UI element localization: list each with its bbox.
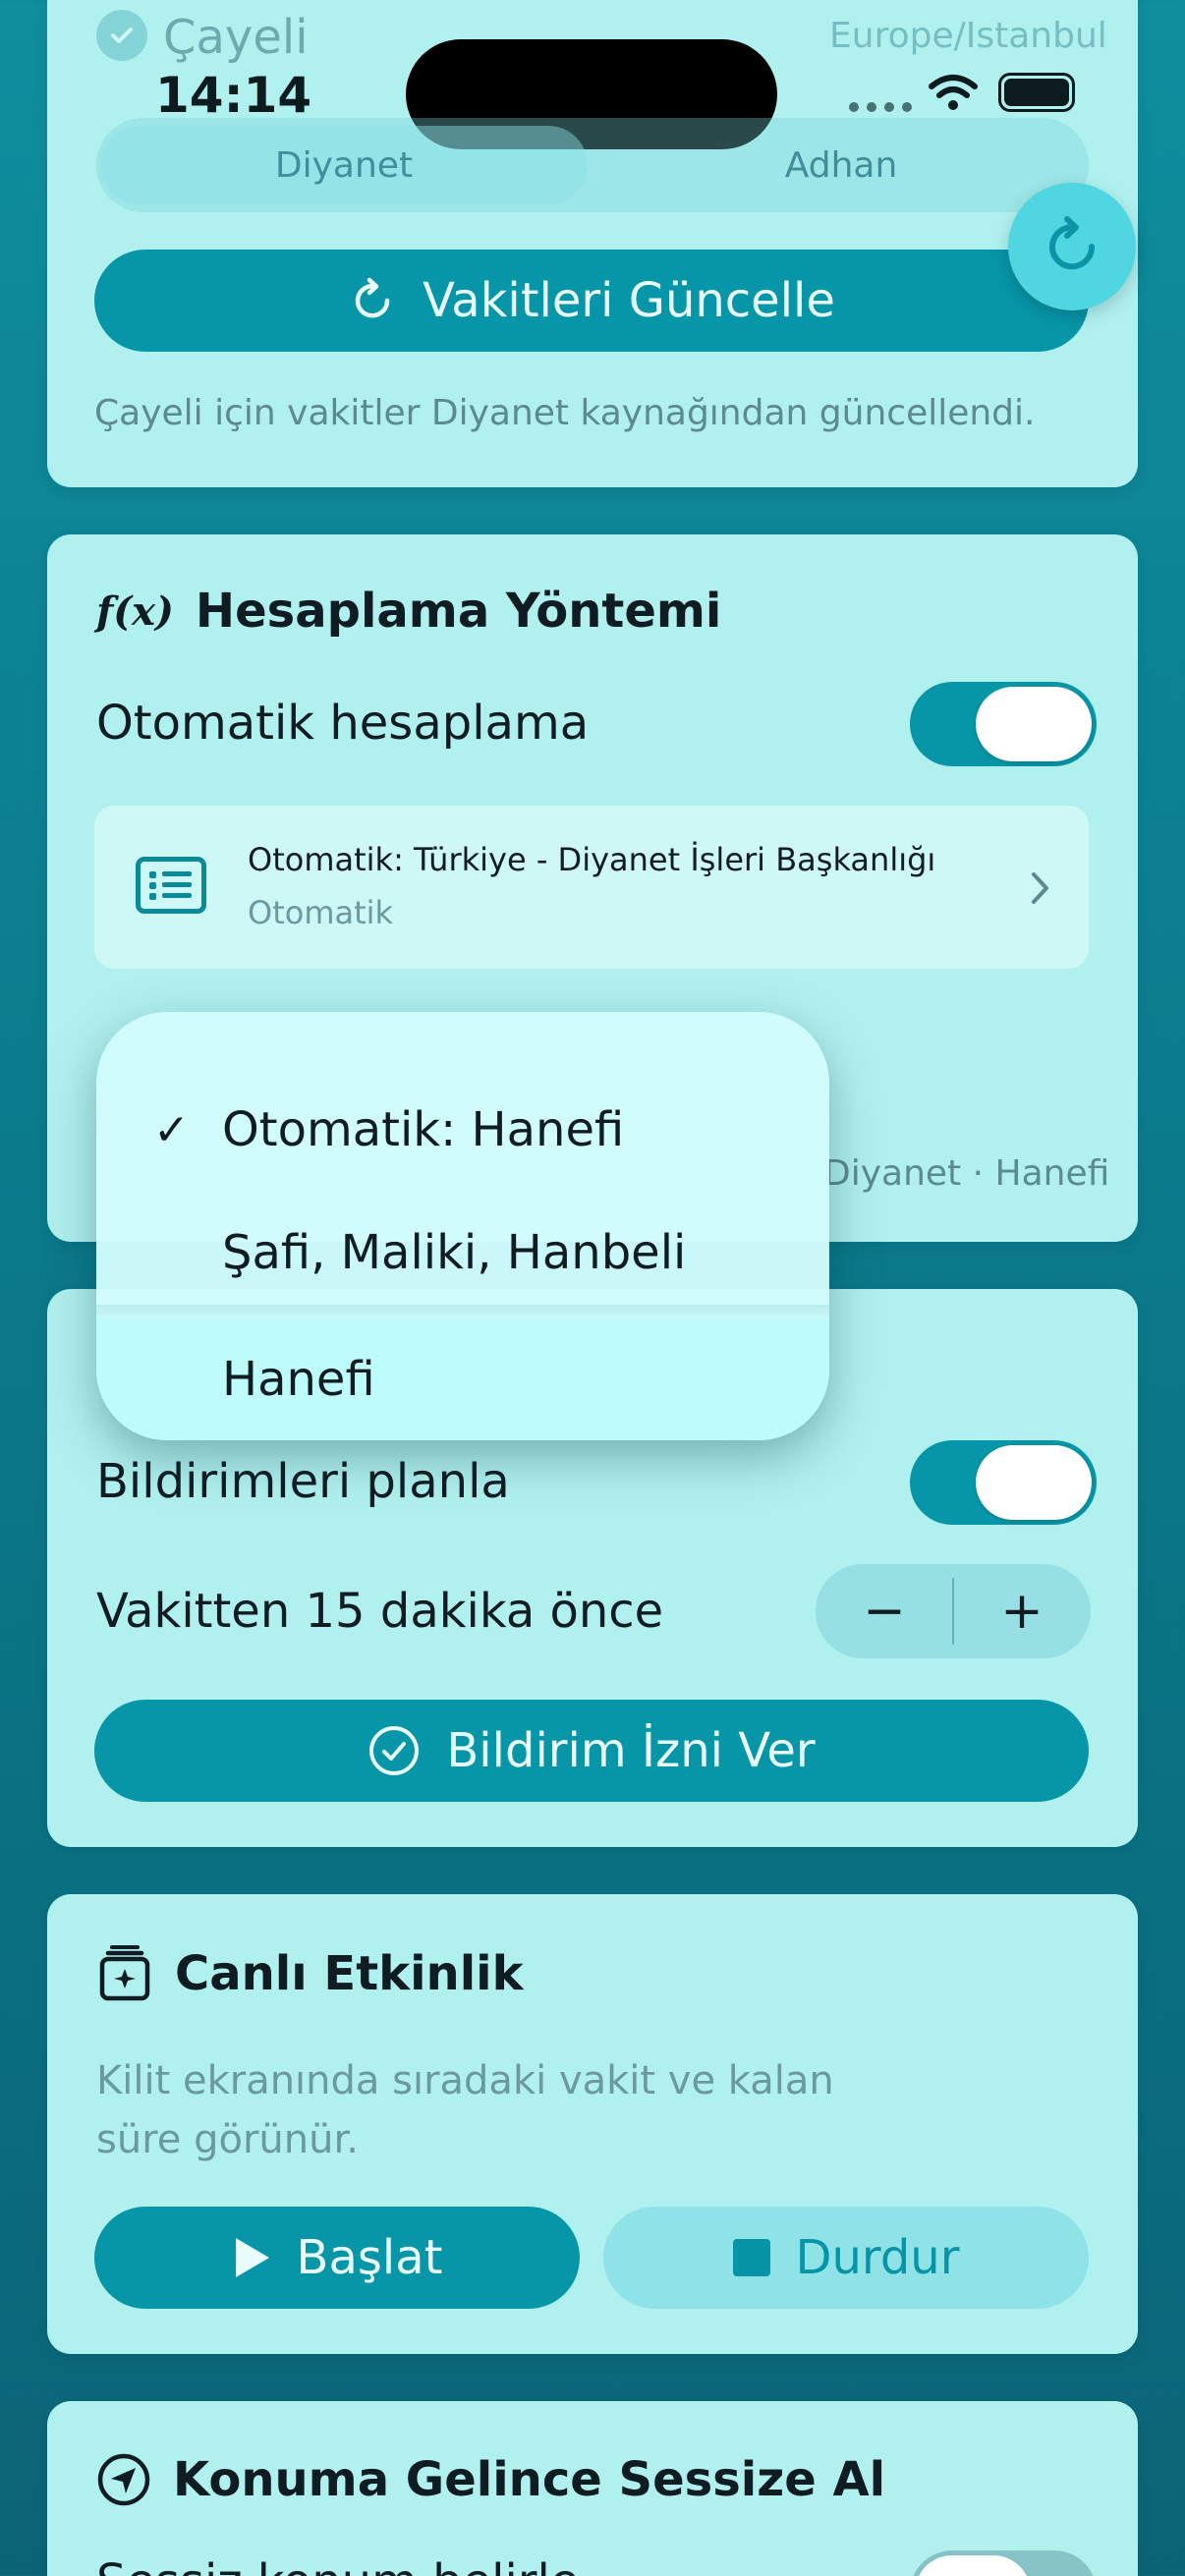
calculation-method-row[interactable]: Otomatik: Türkiye - Diyanet İşleri Başka…	[94, 806, 1089, 969]
calculation-title-row: f(x) Hesaplama Yöntemi	[96, 584, 721, 639]
live-activity-title-row: Canlı Etkinlik	[96, 1945, 524, 2002]
method-subtitle: Otomatik	[248, 894, 394, 931]
stepper-minus-button[interactable]: −	[816, 1564, 953, 1658]
silent-location-row-label: Sessiz konum belirle	[96, 2554, 579, 2576]
city-name: Çayeli	[163, 10, 309, 65]
stepper-plus-button[interactable]: +	[953, 1564, 1091, 1658]
madhab-option-label: Hanefi	[222, 1352, 375, 1407]
silent-location-title: Konuma Gelince Sessize Al	[173, 2452, 886, 2507]
madhab-option-label: Otomatik: Hanefi	[222, 1102, 625, 1157]
refresh-icon	[1049, 216, 1096, 270]
status-time: 14:14	[155, 67, 312, 124]
update-times-button[interactable]: Vakitleri Güncelle	[94, 250, 1089, 352]
play-icon	[235, 2238, 269, 2277]
schedule-notifications-label: Bildirimleri planla	[96, 1454, 510, 1509]
stop-live-activity-button[interactable]: Durdur	[603, 2207, 1089, 2309]
notification-permission-label: Bildirim İzni Ver	[446, 1723, 816, 1778]
offset-label: Vakitten 15 dakika önce	[96, 1584, 664, 1639]
chevron-right-icon	[1032, 872, 1048, 904]
madhab-option-label: Şafi, Maliki, Hanbeli	[222, 1225, 687, 1280]
schedule-notifications-toggle[interactable]	[910, 1440, 1097, 1525]
location-arrow-icon	[97, 2453, 150, 2506]
start-live-activity-button[interactable]: Başlat	[94, 2207, 580, 2309]
live-activity-description-line2: süre görünür.	[96, 2117, 359, 2162]
live-activity-title: Canlı Etkinlik	[175, 1946, 524, 2001]
function-icon: f(x)	[96, 588, 174, 635]
source-segmented-control[interactable]: Diyanet Adhan	[96, 118, 1089, 212]
auto-calculation-label: Otomatik hesaplama	[96, 696, 590, 751]
method-title: Otomatik: Türkiye - Diyanet İşleri Başka…	[248, 841, 936, 878]
list-icon	[136, 857, 206, 914]
stop-icon	[732, 2239, 770, 2276]
city-check-icon	[96, 10, 147, 61]
stop-label: Durdur	[795, 2230, 960, 2285]
check-circle-icon	[369, 1726, 420, 1775]
live-activity-description-line1: Kilit ekranında sıradaki vakit ve kalan	[96, 2058, 834, 2103]
offset-stepper[interactable]: − +	[816, 1564, 1091, 1658]
silent-location-title-row: Konuma Gelince Sessize Al	[96, 2452, 885, 2507]
cellular-signal-icon	[849, 102, 912, 112]
timezone-label: Europe/Istanbul	[829, 16, 1107, 56]
madhab-option-hanefi[interactable]: Hanefi	[96, 1318, 829, 1440]
start-label: Başlat	[296, 2230, 443, 2285]
wifi-icon	[929, 75, 978, 110]
madhab-option-safi-maliki-hanbeli[interactable]: Şafi, Maliki, Hanbeli	[96, 1192, 829, 1314]
live-activity-description: Kilit ekranında sıradaki vakit ve kalan …	[96, 2051, 834, 2169]
refresh-icon	[355, 277, 390, 318]
calculation-footer: Diyanet · Hanefi	[823, 1153, 1110, 1194]
checkmark-icon: ✓	[153, 1104, 190, 1155]
live-activity-icon	[99, 1945, 150, 2001]
update-times-label: Vakitleri Güncelle	[423, 273, 835, 328]
segment-diyanet[interactable]: Diyanet	[100, 126, 588, 204]
battery-icon	[998, 73, 1075, 112]
auto-calculation-toggle[interactable]	[910, 682, 1097, 766]
floating-refresh-button[interactable]	[1008, 183, 1136, 310]
notification-permission-button[interactable]: Bildirim İzni Ver	[94, 1700, 1089, 1802]
update-message: Çayeli için vakitler Diyanet kaynağından…	[94, 393, 1036, 433]
calculation-title: Hesaplama Yöntemi	[195, 584, 722, 639]
madhab-menu: ✓ Otomatik: Hanefi Şafi, Maliki, Hanbeli…	[96, 1012, 829, 1440]
silent-location-toggle[interactable]	[910, 2550, 1097, 2576]
segment-adhan[interactable]: Adhan	[597, 126, 1085, 204]
madhab-option-auto-hanefi[interactable]: ✓ Otomatik: Hanefi	[96, 1069, 829, 1191]
